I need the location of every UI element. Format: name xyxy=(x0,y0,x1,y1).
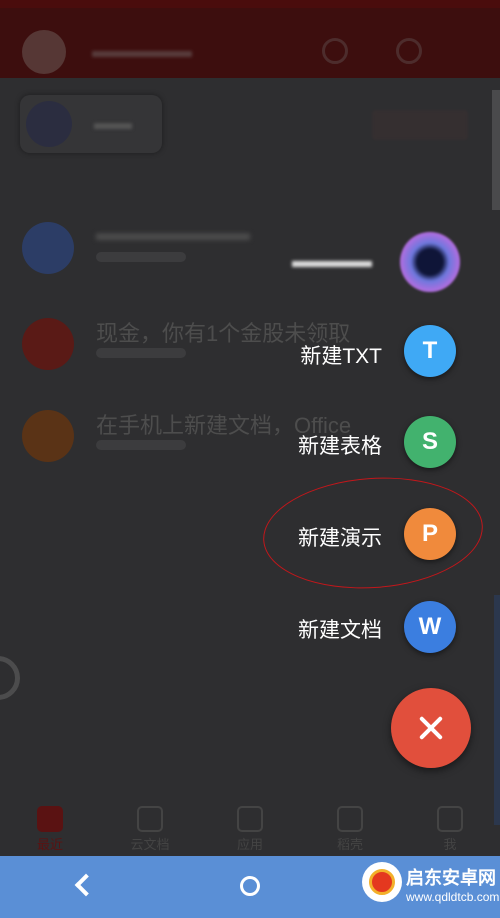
home-button-icon[interactable] xyxy=(240,876,260,896)
list-item-icon xyxy=(22,410,74,462)
list-item-subtitle xyxy=(96,252,186,262)
scan-label-blurred: ▬▬▬▬ xyxy=(292,250,372,272)
refresh-icon xyxy=(0,656,20,700)
person-icon xyxy=(437,806,463,832)
scrollbar xyxy=(492,90,500,210)
nav-item-label: 我 xyxy=(443,837,457,852)
spreadsheet-icon[interactable]: S xyxy=(404,416,456,468)
avatar xyxy=(22,30,66,74)
back-icon[interactable] xyxy=(72,874,96,898)
nav-item-label: 最近 xyxy=(36,837,63,852)
nav-item-apps: 应用 xyxy=(220,806,280,853)
edge-panel xyxy=(494,595,500,825)
nav-item-me: 我 xyxy=(420,806,480,853)
watermark-url: www.qdldtcb.com xyxy=(406,890,500,904)
nav-item-docer: 稻壳 xyxy=(320,806,380,853)
nav-item-label: 云文档 xyxy=(130,837,170,852)
search-icon xyxy=(322,38,348,64)
search-card: ▬▬ xyxy=(20,95,162,153)
bottom-nav: 最近 云文档 应用 稻壳 我 xyxy=(0,800,500,856)
status-bar xyxy=(0,0,500,8)
nav-item-cloud: 云文档 xyxy=(120,806,180,853)
document-icon[interactable]: W xyxy=(404,601,456,653)
list-item-subtitle xyxy=(96,440,186,450)
search-card-icon xyxy=(26,101,72,147)
close-menu-button[interactable] xyxy=(391,688,471,768)
app-header: ▬▬▬▬▬ xyxy=(0,8,500,78)
home-icon xyxy=(37,806,63,832)
watermark: 启东安卓网 www.qdldtcb.com xyxy=(358,858,500,918)
nav-item-label: 应用 xyxy=(236,837,263,852)
list-item-icon xyxy=(22,222,74,274)
list-item-title: ▬▬▬▬▬▬▬ xyxy=(96,220,250,245)
close-icon xyxy=(418,715,444,741)
fab-item-label[interactable]: 新建TXT xyxy=(300,340,382,370)
leaf-icon xyxy=(337,806,363,832)
scan-icon[interactable] xyxy=(400,232,460,292)
nav-item-recent: 最近 xyxy=(20,806,80,853)
watermark-logo-icon xyxy=(362,862,402,902)
share-icon xyxy=(396,38,422,64)
app-title-blurred: ▬▬▬▬▬ xyxy=(92,40,192,62)
fab-item-label[interactable]: 新建文档 xyxy=(298,614,382,644)
cube-icon xyxy=(137,806,163,832)
fab-item-label[interactable]: 新建表格 xyxy=(298,430,382,460)
grid-icon xyxy=(237,806,263,832)
txt-icon[interactable]: T xyxy=(404,325,456,377)
filter-chip xyxy=(372,110,468,140)
nav-item-label: 稻壳 xyxy=(336,837,363,852)
list-item-icon xyxy=(22,318,74,370)
watermark-name: 启东安卓网 xyxy=(406,868,496,888)
list-item-subtitle xyxy=(96,348,186,358)
search-card-label: ▬▬ xyxy=(94,113,132,134)
